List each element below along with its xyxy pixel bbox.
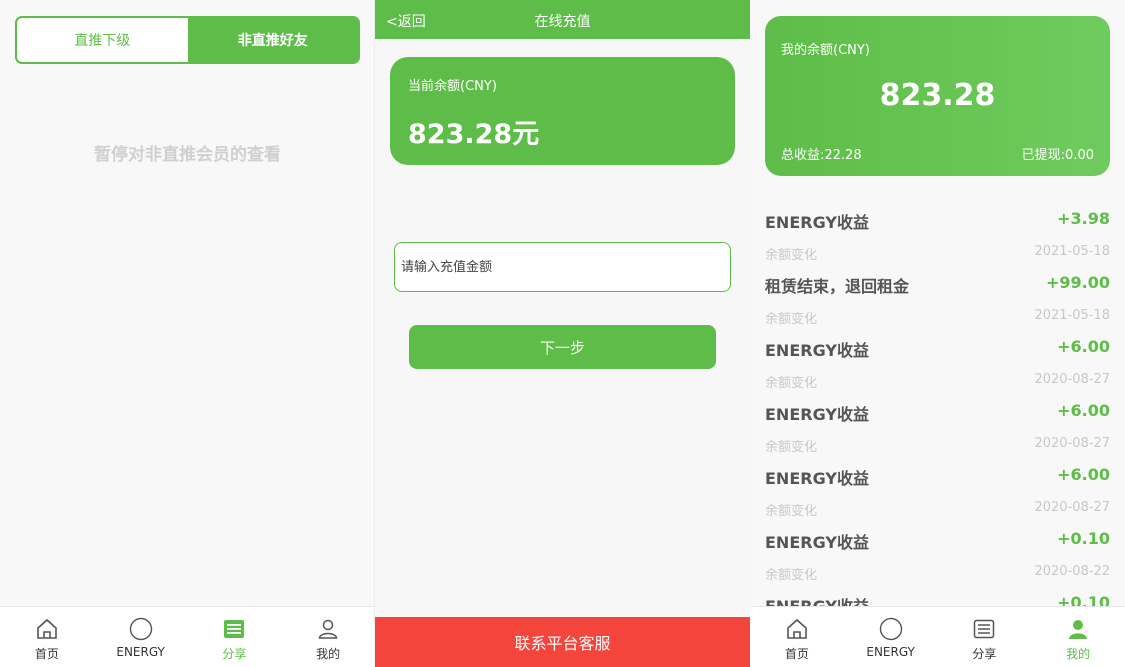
notice-text: 暂停对非直推会员的查看 [94, 145, 281, 165]
recharge-amount-input[interactable] [394, 242, 731, 292]
balance-label: 当前余额(CNY) [408, 79, 497, 94]
transaction-list: ENERGY收益 +3.98 余额变化 2021-05-18 租赁结束，退回租金… [765, 204, 1110, 652]
tx-title: ENERGY收益 [765, 533, 869, 552]
my-balance-card: 我的余额(CNY) 823.28 总收益:22.28 已提现:0.00 [765, 16, 1110, 176]
tx-subtitle: 余额变化 [765, 248, 818, 263]
tx-amount: +0.10 [1057, 529, 1110, 548]
tab-mine-label: 我的 [316, 647, 341, 661]
list-icon [974, 619, 995, 639]
list-item: ENERGY收益 +6.00 余额变化 2020-08-27 [765, 332, 1110, 396]
user-icon [318, 619, 338, 639]
tx-date: 2021-05-18 [1034, 244, 1110, 259]
tx-subtitle: 余额变化 [765, 568, 818, 583]
panel-share: 直推下级 非直推好友 暂停对非直推会员的查看 首页 ENERGY 分享 我的 [0, 0, 375, 667]
segment-control: 直推下级 非直推好友 [15, 16, 360, 64]
tab-mine[interactable]: 我的 [1031, 607, 1125, 667]
tx-date: 2020-08-27 [1034, 372, 1110, 387]
withdrawn-amount: 已提现:0.00 [1021, 148, 1094, 163]
tab-energy-label: ENERGY [866, 645, 915, 659]
circle-icon [129, 617, 152, 641]
tx-amount: +6.00 [1057, 465, 1110, 484]
list-icon [224, 620, 245, 638]
contact-service-button[interactable]: 联系平台客服 [375, 617, 750, 667]
tab-energy[interactable]: ENERGY [94, 607, 188, 667]
tx-amount: +3.98 [1057, 209, 1110, 228]
tx-amount: +6.00 [1057, 337, 1110, 356]
tx-date: 2021-05-18 [1034, 308, 1110, 323]
total-earnings: 总收益:22.28 [781, 148, 862, 163]
my-balance-label: 我的余额(CNY) [781, 43, 870, 58]
list-item: ENERGY收益 +3.98 余额变化 2021-05-18 [765, 204, 1110, 268]
tab-direct-subordinates[interactable]: 直推下级 [17, 18, 188, 62]
tx-date: 2020-08-27 [1034, 500, 1110, 515]
tx-title: ENERGY收益 [765, 405, 869, 424]
tx-subtitle: 余额变化 [765, 504, 818, 519]
list-item: 租赁结束，退回租金 +99.00 余额变化 2021-05-18 [765, 268, 1110, 332]
tab-home-label: 首页 [784, 647, 809, 661]
tab-mine-label: 我的 [1066, 647, 1091, 661]
balance-amount: 823.28元 [408, 119, 540, 150]
tab-share[interactable]: 分享 [938, 607, 1032, 667]
tab-share-label: 分享 [972, 647, 997, 661]
tx-subtitle: 余额变化 [765, 440, 818, 455]
header-bar: <返回 在线充值 [375, 0, 750, 39]
panel-my-balance: 我的余额(CNY) 823.28 总收益:22.28 已提现:0.00 ENER… [750, 0, 1125, 667]
tx-amount: +99.00 [1045, 273, 1110, 292]
tab-energy[interactable]: ENERGY [844, 607, 938, 667]
list-item: ENERGY收益 +6.00 余额变化 2020-08-27 [765, 396, 1110, 460]
tab-share[interactable]: 分享 [188, 607, 282, 667]
next-step-button[interactable]: 下一步 [409, 325, 716, 369]
page-title: 在线充值 [534, 14, 591, 30]
balance-card: 当前余额(CNY) 823.28元 [390, 57, 735, 165]
tx-title: ENERGY收益 [765, 469, 869, 488]
bottom-tab-bar: 首页 ENERGY 分享 我的 [750, 606, 1125, 667]
panel-recharge: <返回 在线充值 当前余额(CNY) 823.28元 下一步 联系平台客服 [375, 0, 750, 667]
my-balance-amount: 823.28 [879, 78, 996, 113]
list-item: ENERGY收益 +0.10 余额变化 2020-08-22 [765, 524, 1110, 588]
tab-indirect-friends[interactable]: 非直推好友 [187, 18, 358, 62]
home-icon [37, 618, 57, 639]
tx-subtitle: 余额变化 [765, 312, 818, 327]
tx-date: 2020-08-27 [1034, 436, 1110, 451]
bottom-tab-bar: 首页 ENERGY 分享 我的 [0, 606, 374, 667]
tab-energy-label: ENERGY [116, 645, 165, 659]
tab-share-label: 分享 [222, 647, 247, 661]
tx-title: ENERGY收益 [765, 213, 869, 232]
list-item: ENERGY收益 +6.00 余额变化 2020-08-27 [765, 460, 1110, 524]
tx-date: 2020-08-22 [1034, 564, 1110, 579]
circle-icon [879, 617, 902, 641]
tab-home-label: 首页 [34, 647, 59, 661]
tab-home[interactable]: 首页 [750, 607, 844, 667]
tx-amount: +6.00 [1057, 401, 1110, 420]
tab-mine[interactable]: 我的 [281, 607, 374, 667]
home-icon [787, 618, 807, 639]
tab-home[interactable]: 首页 [0, 607, 94, 667]
tx-subtitle: 余额变化 [765, 376, 818, 391]
user-icon [1069, 620, 1088, 639]
tx-title: ENERGY收益 [765, 341, 869, 360]
tx-title: 租赁结束，退回租金 [765, 277, 910, 296]
